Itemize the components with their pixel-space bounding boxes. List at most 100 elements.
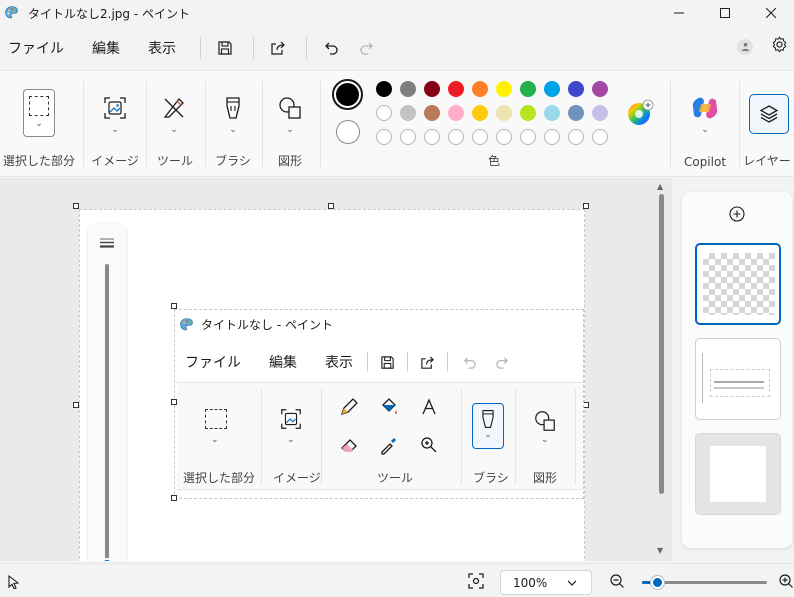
undo-button[interactable] — [319, 36, 343, 60]
background-layer-preview — [710, 446, 766, 502]
custom-color-slot[interactable] — [568, 129, 584, 145]
color-swatch[interactable] — [520, 105, 536, 121]
color-swatch[interactable] — [592, 105, 608, 121]
chevron-down-icon — [567, 580, 577, 586]
zoom-in-button[interactable] — [778, 573, 794, 593]
copilot-group: ⌄ Copilot — [672, 71, 738, 178]
shapes-label: 図形 — [277, 154, 302, 168]
close-icon — [766, 8, 776, 18]
close-button[interactable] — [748, 0, 794, 26]
fit-screen-icon — [468, 573, 484, 589]
slider-thumb[interactable] — [100, 558, 114, 561]
share-button[interactable] — [266, 36, 290, 60]
color-swatch[interactable] — [400, 105, 416, 121]
color-swatch[interactable] — [544, 105, 560, 121]
layers-button[interactable] — [749, 94, 789, 134]
layers-label: レイヤー — [743, 154, 791, 168]
tools-label: ツール — [156, 154, 193, 168]
copilot-button[interactable]: ⌄ — [687, 95, 723, 135]
custom-color-slot[interactable] — [544, 129, 560, 145]
ribbon: ⌄ 選択した部分 ⌄ イメージ ⌄ ツール ⌄ ブラシ ⌄ 図形 色 ⌄ Cop… — [0, 70, 794, 177]
image-resize-handle[interactable] — [171, 495, 177, 501]
resize-handle[interactable] — [583, 203, 589, 209]
scroll-up-icon[interactable]: ▲ — [657, 182, 663, 191]
save-button[interactable] — [213, 36, 237, 60]
account-avatar[interactable] — [737, 38, 753, 55]
custom-color-slot[interactable] — [424, 129, 440, 145]
color-swatch[interactable] — [472, 105, 488, 121]
image-button[interactable]: ⌄ — [97, 95, 133, 135]
menu-separator — [367, 352, 368, 372]
layer-item-screenshot[interactable] — [695, 338, 781, 420]
menu-edit[interactable]: 編集 — [84, 38, 128, 58]
pasted-screenshot[interactable]: タイトルなし - ペイント ファイル 編集 表示 ⌄ 選択した部分 ⌄ イメージ — [174, 309, 584, 499]
layer-item-transparent[interactable] — [695, 243, 781, 325]
fill-bucket-icon — [382, 398, 397, 414]
scroll-down-icon[interactable]: ▼ — [657, 546, 663, 555]
pencil-icon — [340, 398, 358, 416]
tools-button[interactable]: ⌄ — [156, 95, 192, 135]
inner-menu-view: 表示 — [325, 355, 353, 371]
fit-to-window-button[interactable] — [468, 573, 484, 593]
custom-color-slot[interactable] — [472, 129, 488, 145]
selection-button[interactable]: ⌄ — [23, 89, 55, 137]
custom-color-slot[interactable] — [520, 129, 536, 145]
layer-item-background[interactable] — [695, 433, 781, 515]
color-swatch[interactable] — [376, 105, 392, 121]
vertical-scrollbar[interactable]: ▲ ▼ — [656, 182, 668, 557]
scrollbar-thumb[interactable] — [659, 194, 664, 494]
menu-bar: ファイル 編集 表示 — [0, 30, 794, 66]
edit-colors-button[interactable] — [626, 99, 654, 127]
custom-color-slot[interactable] — [448, 129, 464, 145]
slider-track[interactable] — [105, 264, 109, 561]
shapes-button[interactable]: ⌄ — [272, 95, 308, 135]
inner-brushes-label: ブラシ — [473, 471, 509, 485]
resize-handle[interactable] — [73, 402, 79, 408]
color-swatch[interactable] — [424, 105, 440, 121]
person-icon — [741, 42, 749, 51]
custom-color-slot[interactable] — [496, 129, 512, 145]
menu-view[interactable]: 表示 — [140, 38, 184, 58]
resize-handle[interactable] — [73, 203, 79, 209]
color-swatch[interactable] — [496, 105, 512, 121]
color-wheel-icon — [628, 99, 654, 125]
custom-color-slot[interactable] — [592, 129, 608, 145]
canvas-area[interactable]: タイトルなし - ペイント ファイル 編集 表示 ⌄ 選択した部分 ⌄ イメージ — [0, 178, 672, 561]
zoom-select[interactable]: 100% — [500, 570, 592, 595]
brush-icon — [226, 97, 240, 119]
brush-size-slider[interactable] — [88, 224, 126, 561]
paint-palette-icon — [5, 6, 18, 19]
brushes-button[interactable]: ⌄ — [215, 95, 251, 135]
save-icon — [381, 355, 394, 369]
color-swatch[interactable] — [448, 105, 464, 121]
secondary-color-swatch[interactable] — [336, 120, 360, 144]
color-swatch[interactable] — [496, 81, 512, 97]
color-swatch[interactable] — [520, 81, 536, 97]
title-bar: タイトルなし2.jpg - ペイント — [0, 0, 794, 26]
minimize-button[interactable] — [656, 0, 702, 26]
color-swatch[interactable] — [424, 81, 440, 97]
color-swatch[interactable] — [400, 81, 416, 97]
image-resize-handle[interactable] — [171, 399, 177, 405]
color-swatch[interactable] — [592, 81, 608, 97]
color-swatch[interactable] — [448, 81, 464, 97]
primary-color-swatch[interactable] — [332, 79, 363, 110]
color-swatch[interactable] — [568, 105, 584, 121]
redo-button[interactable] — [355, 36, 379, 60]
zoom-slider-thumb[interactable] — [651, 576, 665, 589]
custom-color-slot[interactable] — [400, 129, 416, 145]
custom-color-slot[interactable] — [376, 129, 392, 145]
image-resize-handle[interactable] — [171, 303, 177, 309]
resize-handle[interactable] — [328, 203, 334, 209]
redo-icon — [496, 356, 509, 369]
color-swatch[interactable] — [472, 81, 488, 97]
zoom-out-button[interactable] — [609, 573, 625, 593]
shapes-group: ⌄ 図形 — [262, 71, 318, 178]
add-layer-button[interactable] — [729, 206, 745, 222]
color-swatch[interactable] — [376, 81, 392, 97]
menu-file[interactable]: ファイル — [0, 38, 72, 58]
color-swatch[interactable] — [544, 81, 560, 97]
color-swatch[interactable] — [568, 81, 584, 97]
maximize-button[interactable] — [702, 0, 748, 26]
settings-button[interactable] — [771, 36, 788, 57]
